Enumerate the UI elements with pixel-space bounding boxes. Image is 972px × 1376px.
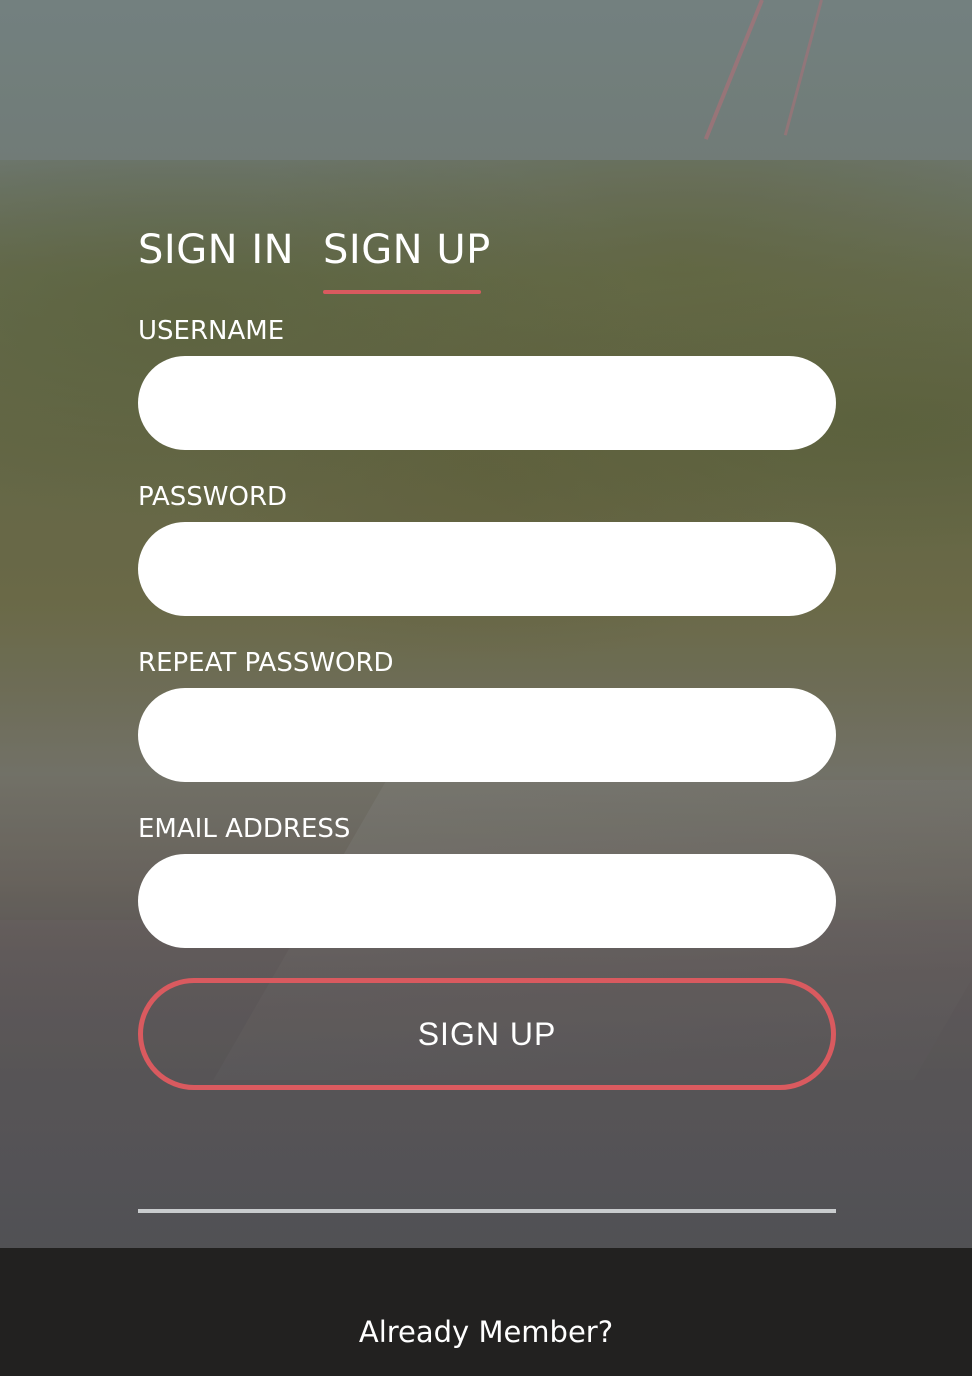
active-tab-indicator: [323, 290, 481, 294]
email-label: EMAIL ADDRESS: [138, 814, 351, 844]
password-field[interactable]: [138, 522, 836, 616]
divider: [138, 1209, 836, 1213]
already-member-link[interactable]: Already Member?: [0, 1312, 972, 1352]
sign-up-button[interactable]: SIGN UP: [138, 978, 836, 1090]
password-label: PASSWORD: [138, 482, 288, 512]
repeat-password-field[interactable]: [138, 688, 836, 782]
sign-up-button-label: SIGN UP: [417, 1015, 557, 1052]
repeat-password-label: REPEAT PASSWORD: [138, 648, 394, 678]
tab-sign-up[interactable]: SIGN UP: [323, 224, 491, 276]
tab-sign-in[interactable]: SIGN IN: [138, 224, 294, 276]
username-field[interactable]: [138, 356, 836, 450]
username-label: USERNAME: [138, 316, 285, 346]
email-field[interactable]: [138, 854, 836, 948]
